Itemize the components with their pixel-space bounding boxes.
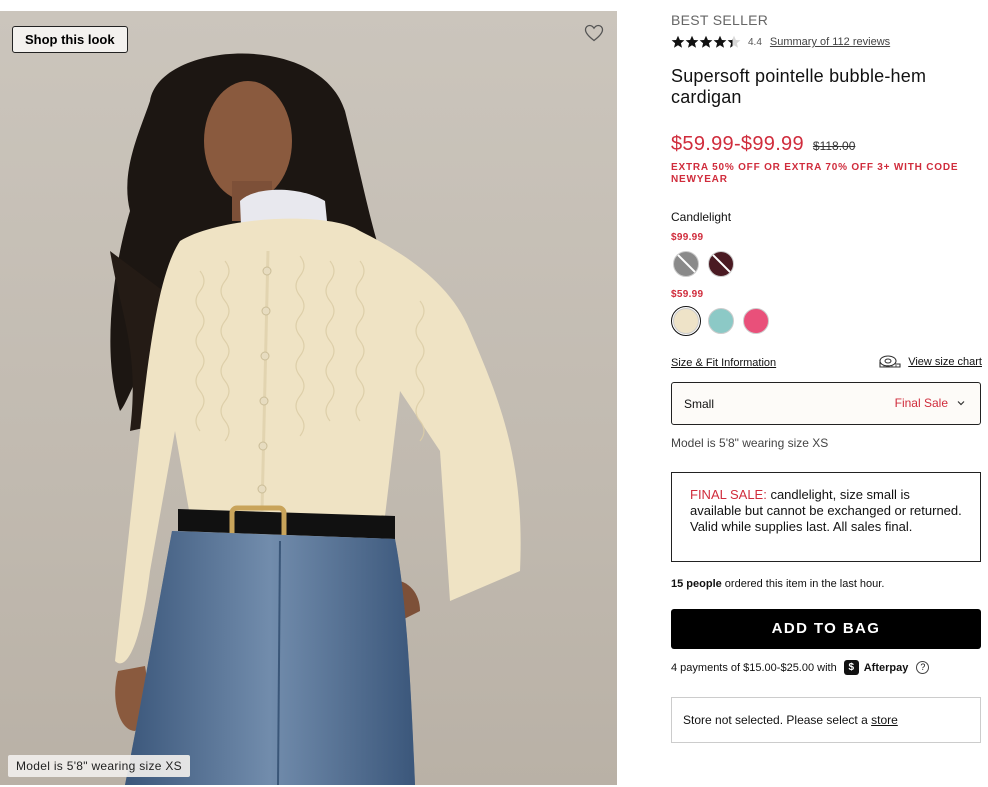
order-count: 15 people	[671, 578, 722, 590]
afterpay-text: 4 payments of $15.00-$25.00 with	[671, 661, 837, 674]
final-sale-label: FINAL SALE:	[690, 487, 767, 502]
help-icon[interactable]: ?	[916, 661, 930, 674]
tier-price-high: $99.99	[671, 232, 704, 243]
size-fit-info-link[interactable]: Size & Fit Information	[671, 357, 776, 369]
size-links-row: Size & Fit Information View size chart	[671, 355, 982, 371]
store-text: Store not selected. Please select a	[683, 713, 872, 727]
shop-this-look-button[interactable]: Shop this look	[12, 26, 128, 53]
size-dropdown[interactable]: Small Final Sale	[671, 382, 981, 425]
selected-size: Small	[684, 397, 715, 411]
size-status: Final Sale	[894, 396, 948, 410]
select-store-link[interactable]: store	[871, 713, 898, 727]
rating-value: 4.4	[748, 36, 762, 48]
model-photo	[110, 53, 521, 785]
color-swatch-candlelight[interactable]	[671, 306, 701, 336]
size-chart-label: View size chart	[908, 356, 982, 368]
color-swatch-aqua[interactable]	[708, 308, 734, 334]
social-proof: 15 people ordered this item in the last …	[671, 578, 884, 590]
model-size-caption: Model is 5'8" wearing size XS	[8, 755, 190, 777]
color-swatch-burgundy[interactable]	[708, 251, 734, 277]
price-row: $59.99-$99.99 $118.00	[671, 133, 855, 156]
size-chart-link[interactable]: View size chart	[878, 355, 982, 369]
swatch-group-low	[671, 306, 769, 336]
star-icon	[685, 35, 699, 48]
star-icon	[671, 35, 685, 48]
selected-color-name: Candlelight	[671, 210, 732, 224]
product-title: Supersoft pointelle bubble-hem cardigan	[671, 66, 927, 107]
swatch-group-high	[673, 251, 734, 277]
afterpay-name: Afterpay	[863, 661, 909, 674]
sale-price: $59.99-$99.99	[671, 133, 804, 155]
best-seller-badge: BEST SELLER	[671, 12, 769, 28]
model-size-note: Model is 5'8" wearing size XS	[671, 436, 829, 450]
rating-row: 4.4 Summary of 112 reviews	[671, 35, 890, 49]
final-sale-notice: FINAL SALE: candlelight, size small is a…	[671, 472, 981, 562]
product-image[interactable]: Shop this look Model is 5'8" wearing siz…	[0, 11, 617, 785]
store-selector: Store not selected. Please select a stor…	[671, 697, 981, 743]
star-rating	[671, 35, 741, 49]
star-icon	[713, 35, 727, 48]
promo-message: EXTRA 50% OFF OR EXTRA 70% OFF 3+ WITH C…	[671, 162, 959, 185]
heart-icon[interactable]	[584, 24, 604, 42]
star-icon	[699, 35, 713, 48]
color-swatch-pink[interactable]	[743, 308, 769, 334]
tape-measure-icon	[879, 355, 901, 368]
reviews-summary-link[interactable]: Summary of 112 reviews	[770, 36, 890, 48]
add-to-bag-button[interactable]: ADD TO BAG	[671, 609, 981, 649]
original-price: $118.00	[812, 139, 856, 153]
star-icon	[727, 35, 741, 48]
afterpay-row: 4 payments of $15.00-$25.00 with $ After…	[671, 659, 930, 676]
tier-price-low: $59.99	[671, 289, 704, 300]
chevron-down-icon	[957, 401, 965, 406]
afterpay-logo-icon: $	[843, 660, 859, 675]
order-text: ordered this item in the last hour.	[721, 578, 885, 590]
color-swatch-grey[interactable]	[673, 251, 699, 277]
